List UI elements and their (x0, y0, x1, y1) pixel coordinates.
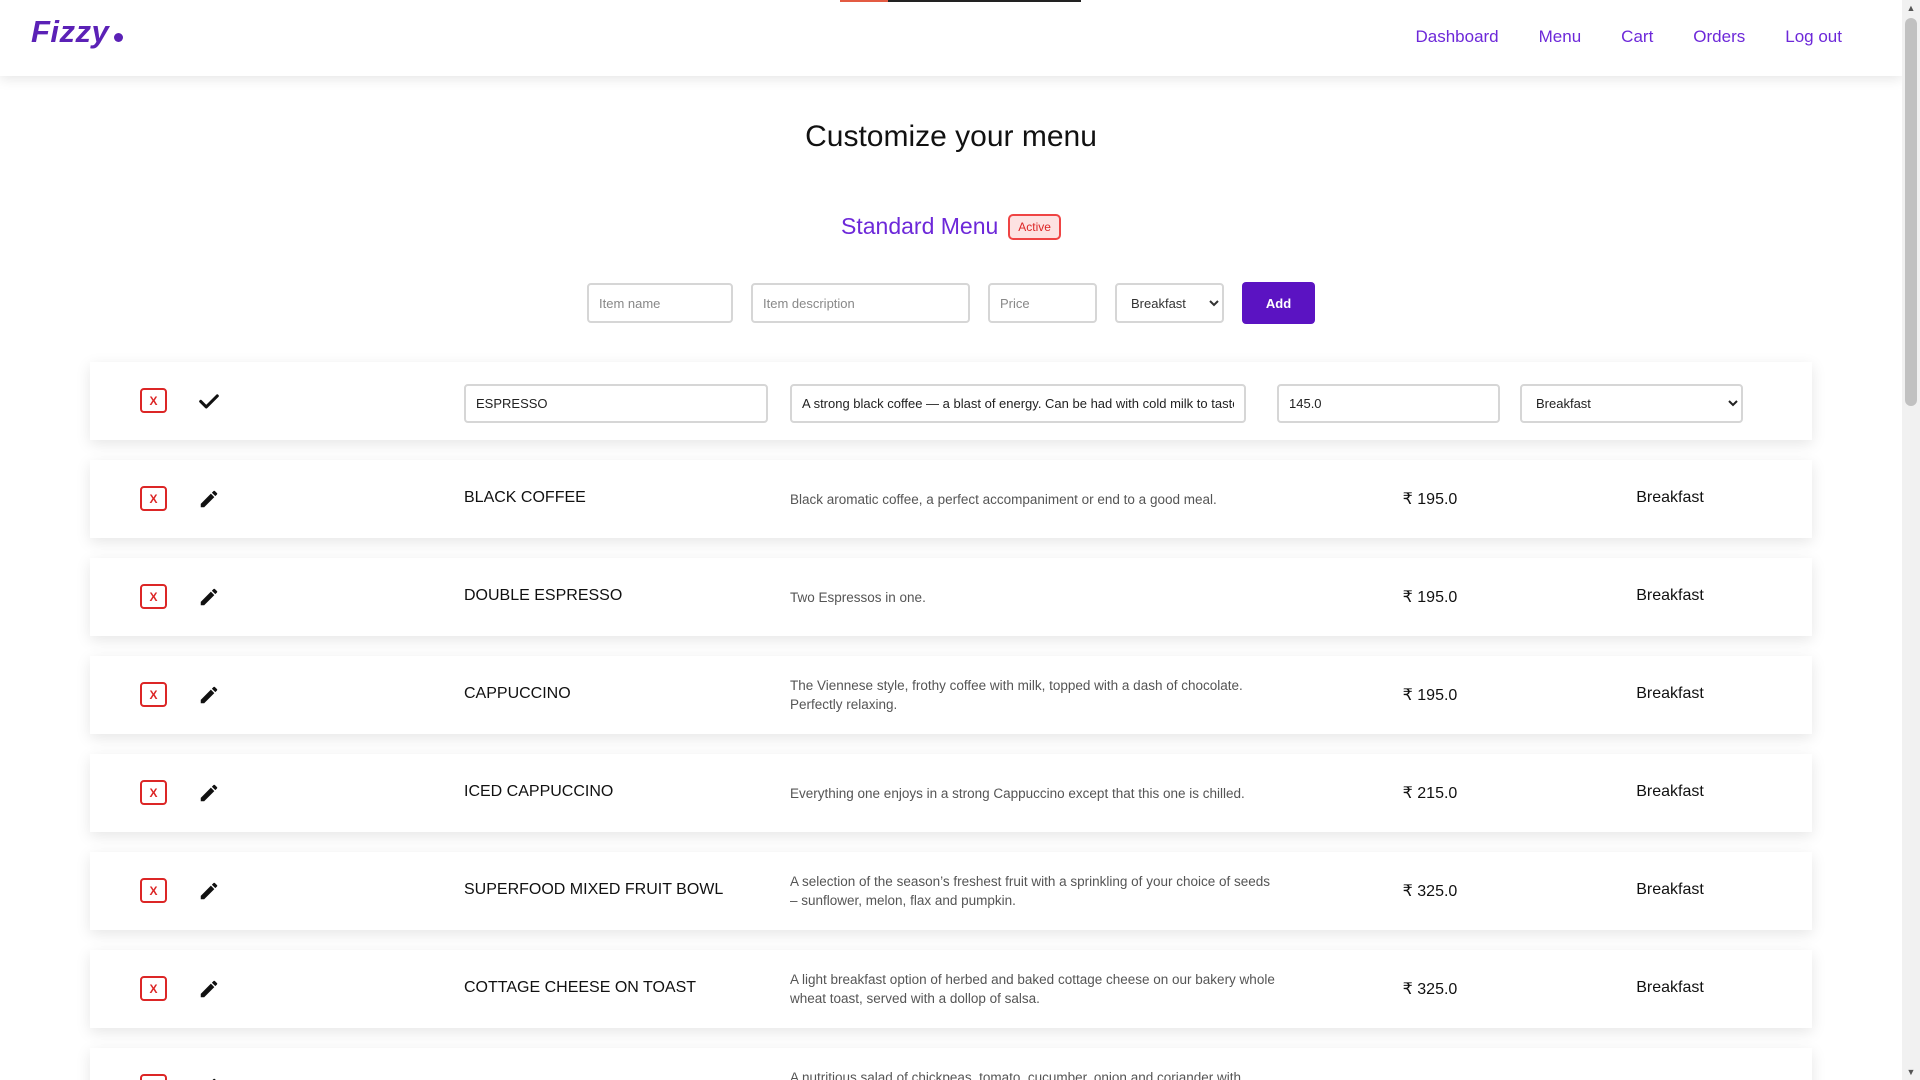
nav-link-dashboard[interactable]: Dashboard (1415, 27, 1498, 47)
add-item-form: Breakfast Add (0, 282, 1902, 324)
nav-link-orders[interactable]: Orders (1693, 27, 1745, 47)
nav-link-menu[interactable]: Menu (1539, 27, 1582, 47)
item-category: Breakfast (1636, 783, 1704, 800)
delete-item-button[interactable]: X (140, 1074, 167, 1080)
menu-item-row: X DOUBLE ESPRESSO Two Espressos in one. … (90, 558, 1812, 636)
edit-pencil-icon[interactable] (198, 586, 220, 608)
page: Fizzy Dashboard Menu Cart Orders Log out… (0, 0, 1902, 1080)
main-nav: Dashboard Menu Cart Orders Log out (1415, 27, 1842, 47)
item-name: DOUBLE ESPRESSO (464, 587, 623, 604)
edit-item-description-input[interactable] (790, 384, 1246, 423)
menu-item-row: X ICED CAPPUCCINO Everything one enjoys … (90, 754, 1812, 832)
item-price: ₹ 195.0 (1402, 687, 1458, 704)
edit-item-name-input[interactable] (464, 384, 768, 423)
status-badge: Active (1008, 213, 1061, 240)
menu-item-row-editing: X Breakfast (90, 362, 1812, 440)
edit-pencil-icon[interactable] (198, 1076, 220, 1080)
brand-logo[interactable]: Fizzy (31, 14, 124, 50)
item-price: ₹ 325.0 (1402, 981, 1458, 998)
delete-item-button[interactable]: X (140, 584, 167, 609)
menu-item-row: X CAPPUCCINO The Viennese style, frothy … (90, 656, 1812, 734)
item-price: ₹ 325.0 (1402, 883, 1458, 900)
delete-item-button[interactable]: X (140, 878, 167, 903)
item-description: Black aromatic coffee, a perfect accompa… (790, 492, 1217, 507)
delete-item-button[interactable]: X (140, 780, 167, 805)
delete-item-button[interactable]: X (140, 486, 167, 511)
item-description: Two Espressos in one. (790, 590, 926, 605)
menu-item-row: X SUPERFOOD MIXED FRUIT BOWL A selection… (90, 852, 1812, 930)
item-name: CAPPUCCINO (464, 685, 571, 702)
item-category: Breakfast (1636, 685, 1704, 702)
page-title: Customize your menu (805, 120, 1097, 153)
item-description: The Viennese style, frothy coffee with m… (790, 678, 1243, 712)
nav-link-logout[interactable]: Log out (1785, 27, 1842, 47)
item-price: ₹ 195.0 (1402, 589, 1458, 606)
item-price-input[interactable] (988, 283, 1097, 323)
brand-logo-text: Fizzy (31, 14, 110, 49)
edit-pencil-icon[interactable] (198, 488, 220, 510)
menu-item-row: X A nutritious salad of chickpeas, tomat… (90, 1048, 1812, 1080)
menu-name[interactable]: Standard Menu (841, 213, 998, 240)
edit-pencil-icon[interactable] (198, 782, 220, 804)
page-loading-bar-fill (840, 0, 889, 2)
add-item-button[interactable]: Add (1242, 282, 1315, 324)
top-navbar: Fizzy Dashboard Menu Cart Orders Log out (0, 0, 1902, 76)
save-check-icon[interactable] (198, 390, 220, 412)
menu-name-row: Standard Menu Active (0, 213, 1902, 240)
delete-item-button[interactable]: X (140, 682, 167, 707)
item-category: Breakfast (1636, 881, 1704, 898)
item-description: A selection of the season’s freshest fru… (790, 874, 1271, 908)
scroll-up-arrow-icon[interactable]: ▲ (1902, 0, 1920, 16)
page-scrollbar[interactable]: ▲ ▼ (1902, 0, 1920, 1080)
scrollbar-thumb[interactable] (1905, 18, 1917, 406)
menu-item-row: X BLACK COFFEE Black aromatic coffee, a … (90, 460, 1812, 538)
item-category: Breakfast (1636, 587, 1704, 604)
item-description: Everything one enjoys in a strong Cappuc… (790, 786, 1245, 801)
item-name: ICED CAPPUCCINO (464, 783, 614, 800)
page-loading-bar (840, 0, 1081, 2)
item-description: A light breakfast option of herbed and b… (790, 972, 1275, 1006)
edit-item-category-select[interactable]: Breakfast (1520, 384, 1743, 423)
menu-item-row: X COTTAGE CHEESE ON TOAST A light breakf… (90, 950, 1812, 1028)
logo-dot-icon (114, 33, 124, 42)
item-name: BLACK COFFEE (464, 489, 586, 506)
item-name: COTTAGE CHEESE ON TOAST (464, 979, 697, 996)
item-description-input[interactable] (751, 283, 970, 323)
item-category: Breakfast (1636, 979, 1704, 996)
scroll-down-arrow-icon[interactable]: ▼ (1902, 1064, 1920, 1080)
item-category-select[interactable]: Breakfast (1115, 283, 1224, 323)
delete-item-button[interactable]: X (140, 976, 167, 1001)
item-price: ₹ 195.0 (1402, 491, 1458, 508)
item-description: A nutritious salad of chickpeas, tomato,… (790, 1070, 1242, 1080)
item-category: Breakfast (1636, 489, 1704, 506)
nav-link-cart[interactable]: Cart (1621, 27, 1653, 47)
delete-item-button[interactable]: X (140, 388, 167, 413)
item-name: SUPERFOOD MIXED FRUIT BOWL (464, 881, 724, 898)
edit-pencil-icon[interactable] (198, 978, 220, 1000)
edit-pencil-icon[interactable] (198, 684, 220, 706)
edit-item-price-input[interactable] (1277, 384, 1500, 423)
item-name-input[interactable] (587, 283, 733, 323)
item-price: ₹ 215.0 (1402, 785, 1458, 802)
edit-pencil-icon[interactable] (198, 880, 220, 902)
